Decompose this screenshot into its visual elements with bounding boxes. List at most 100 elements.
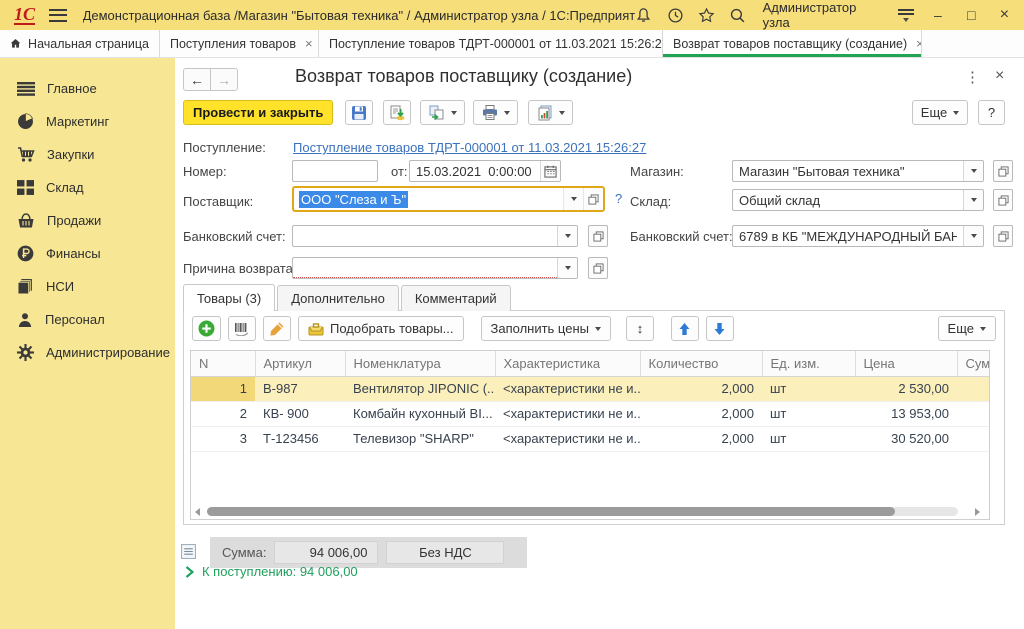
bank-account-right-input[interactable]	[733, 226, 963, 246]
pick-items-button[interactable]: Подобрать товары...	[298, 316, 464, 341]
bank-account-dropdown-button[interactable]	[557, 226, 577, 246]
form-menu-dots-icon[interactable]: ⋮	[965, 68, 980, 86]
back-button[interactable]: ←	[183, 68, 211, 91]
search-icon[interactable]	[729, 6, 746, 24]
maximize-button[interactable]: □	[962, 7, 981, 23]
store-dropdown-button[interactable]	[963, 161, 983, 181]
number-input[interactable]	[293, 161, 377, 181]
post-and-close-button[interactable]: Провести и закрыть	[183, 100, 333, 125]
minimize-button[interactable]: –	[928, 7, 947, 23]
tab-goods-receipts-list[interactable]: Поступления товаров ×	[160, 30, 319, 57]
tab-additional[interactable]: Дополнительно	[277, 285, 399, 311]
sidebar-item-warehouse[interactable]: Склад	[0, 171, 175, 204]
supplier-dropdown-button[interactable]	[563, 188, 583, 210]
window-close-button[interactable]: ×	[995, 6, 1014, 24]
fill-prices-button[interactable]: Заполнить цены	[481, 316, 611, 341]
items-more-button[interactable]: Еще	[938, 316, 996, 341]
main-menu-icon[interactable]	[49, 9, 67, 22]
scrollbar-thumb[interactable]	[207, 507, 895, 516]
return-reason-open-button[interactable]	[588, 257, 608, 279]
col-characteristic: Характеристика	[495, 351, 640, 376]
tab-return-to-supplier[interactable]: Возврат товаров поставщику (создание) ×	[663, 30, 922, 57]
add-row-button[interactable]	[192, 316, 221, 341]
forward-button[interactable]: →	[210, 68, 238, 91]
sidebar-item-main[interactable]: Главное	[0, 72, 175, 105]
form-close-icon[interactable]: ×	[995, 67, 1004, 85]
sidebar-item-sales[interactable]: Продажи	[0, 204, 175, 237]
receipt-label: Поступление:	[183, 140, 266, 155]
sidebar-item-purchases[interactable]: Закупки	[0, 138, 175, 171]
date-input[interactable]	[410, 161, 540, 181]
supplier-open-button[interactable]	[583, 188, 603, 210]
store-open-button[interactable]	[993, 160, 1013, 182]
scroll-left-icon[interactable]	[195, 508, 200, 516]
favorites-star-icon[interactable]	[698, 6, 715, 24]
barcode-scan-button[interactable]	[228, 316, 256, 341]
sidebar-item-marketing[interactable]: Маркетинг	[0, 105, 175, 138]
bank-account-input[interactable]	[293, 226, 557, 246]
calendar-button[interactable]	[540, 161, 560, 181]
bank-account-label: Банковский счет:	[183, 229, 286, 244]
service-menu-icon[interactable]	[898, 9, 914, 22]
table-row[interactable]: 2 КВ- 900 Комбайн кухонный BI... <характ…	[191, 401, 989, 426]
return-reason-dropdown-button[interactable]	[557, 258, 577, 278]
col-sum: Сумма	[957, 351, 989, 376]
based-on-icon	[429, 105, 445, 121]
rows-expand-button[interactable]: ↕	[626, 316, 654, 341]
sidebar-item-administration[interactable]: Администрирование	[0, 336, 175, 369]
dropdown-caret-icon	[565, 234, 571, 238]
supplier-help-link[interactable]: ?	[615, 191, 622, 206]
tab-comment[interactable]: Комментарий	[401, 285, 511, 311]
post-button[interactable]	[383, 100, 411, 125]
warehouse-input[interactable]	[733, 190, 963, 210]
sidebar-item-label: Главное	[47, 81, 97, 96]
totals-label: Сумма:	[222, 545, 266, 560]
history-icon[interactable]	[667, 6, 684, 24]
dropdown-caret-icon	[451, 111, 457, 115]
totals-toggle-icon[interactable]	[181, 544, 196, 562]
form-more-button[interactable]: Еще	[912, 100, 968, 125]
supplier-field[interactable]: ООО "Слеза и Ъ"	[292, 186, 605, 212]
dropdown-caret-icon	[953, 111, 959, 115]
receipt-link[interactable]: Поступление товаров ТДРТ-000001 от 11.03…	[293, 140, 646, 155]
move-down-button[interactable]	[706, 316, 734, 341]
reports-button[interactable]	[528, 100, 573, 125]
bank-account-right-open-button[interactable]	[993, 225, 1013, 247]
table-row[interactable]: 3 Т-123456 Телевизор "SHARP" <характерис…	[191, 426, 989, 451]
warehouse-dropdown-button[interactable]	[963, 190, 983, 210]
warehouse-open-button[interactable]	[993, 189, 1013, 211]
supplier-selected-text: ООО "Слеза и Ъ"	[299, 191, 408, 208]
tab-close-icon[interactable]: ×	[305, 36, 313, 51]
sidebar-item-label: Продажи	[47, 213, 101, 228]
tab-goods-receipt-document[interactable]: Поступление товаров ТДРТ-000001 от 11.03…	[319, 30, 663, 57]
bank-account-open-button[interactable]	[588, 225, 608, 247]
titlebar: 1С Демонстрационная база /Магазин "Бытов…	[0, 0, 1024, 30]
tab-close-icon[interactable]: ×	[916, 36, 922, 51]
form-title: Возврат товаров поставщику (создание)	[295, 66, 632, 87]
edit-row-button[interactable]	[263, 316, 291, 341]
bank-account-right-dropdown-button[interactable]	[963, 226, 983, 246]
tab-home[interactable]: Начальная страница	[0, 30, 160, 57]
save-button[interactable]	[345, 100, 373, 125]
return-reason-input[interactable]	[293, 258, 557, 278]
to-receipt-link[interactable]: К поступлению: 94 006,00	[185, 564, 358, 579]
help-button[interactable]: ?	[978, 100, 1005, 125]
horizontal-scrollbar[interactable]	[192, 504, 988, 518]
tab-items[interactable]: Товары (3)	[183, 284, 275, 311]
scroll-right-icon[interactable]	[975, 508, 980, 516]
notifications-bell-icon[interactable]	[635, 6, 652, 24]
app-window: 1С Демонстрационная база /Магазин "Бытов…	[0, 0, 1024, 629]
totals-amount: 94 006,00	[274, 541, 378, 564]
sections-sidebar: Главное Маркетинг Закупки Склад Продажи …	[0, 58, 175, 629]
col-n: N	[191, 351, 255, 376]
sidebar-item-personnel[interactable]: Персонал	[0, 303, 175, 336]
create-based-on-button[interactable]	[420, 100, 465, 125]
store-input[interactable]	[733, 161, 963, 181]
window-title: Демонстрационная база /Магазин "Бытовая …	[83, 8, 636, 23]
sidebar-item-finance[interactable]: Финансы	[0, 237, 175, 270]
print-button[interactable]	[473, 100, 518, 125]
date-label: от:	[391, 164, 408, 179]
sidebar-item-nsi[interactable]: НСИ	[0, 270, 175, 303]
table-row[interactable]: 1 В-987 Вентилятор JIPONIC (... <характе…	[191, 376, 989, 401]
move-up-button[interactable]	[671, 316, 699, 341]
